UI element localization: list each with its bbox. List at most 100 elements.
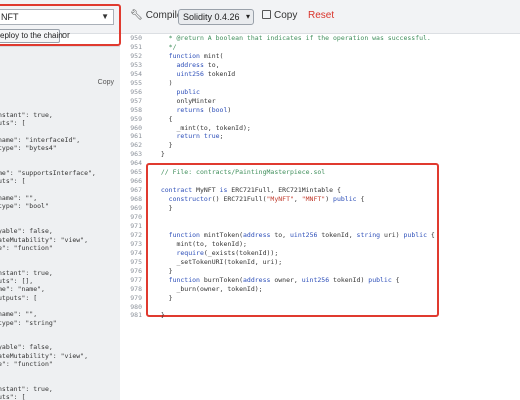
line-number: 969 [130,204,142,213]
code-token: uri) [380,230,404,239]
abi-line: name": "interfaceId", [0,135,81,144]
chevron-down-icon: ▾ [245,12,250,21]
line-number: 962 [130,141,142,150]
code-line: 964 [122,159,520,168]
code-line: 976 } [122,267,520,276]
code-token: tokenId, [317,230,357,239]
abi-line: type": "bytes4" [0,144,57,153]
line-number: 954 [130,69,142,78]
abi-line: uts": [], [0,277,34,285]
wrench-icon: 🔧︎ [130,10,143,21]
code-token: true [203,132,220,141]
code-text: _setTokenURI(tokenId, uri); [153,258,282,267]
line-number: 965 [130,168,142,177]
copy-button[interactable]: Copy [262,10,297,21]
code-token: string [356,230,381,239]
code-text: function mint( [153,51,224,61]
abi-line: type": "string" [0,318,57,327]
code-line: 956 public [122,88,520,97]
abi-line: ateMutability": "view", [0,351,89,360]
code-text: } [153,311,165,320]
code-token: } [153,150,165,159]
code-line: 950 * @return A boolean that indicates i… [122,34,520,43]
abi-line: yable": false, [0,227,53,236]
code-line: 972 function mintToken(address to, uint2… [122,231,520,240]
code-token: uint256 [290,230,318,239]
reset-button[interactable]: Reset [308,10,334,21]
line-number: 973 [130,239,142,248]
line-number: 968 [130,195,142,204]
code-token: onlyMinter [153,96,216,105]
code-token: address [176,60,204,69]
line-number: 966 [130,177,142,186]
abi-line: utputs": [ [0,293,38,302]
code-line: 968 constructor() ERC721Full("MyNFT", "M… [122,195,520,204]
code-line: 960 _mint(to, tokenId); [122,124,520,133]
code-line: 975 _setTokenURI(tokenId, uri); [122,258,520,267]
code-token: contract [160,186,193,195]
code-text: function burnToken(address owner, uint25… [153,276,400,285]
line-number: 960 [130,123,142,132]
code-token: ( [203,105,212,114]
code-text: _burn(owner, tokenId); [153,285,262,294]
copy-icon [262,10,271,19]
line-number: 976 [130,266,142,275]
code-text: } [153,204,173,213]
line-number: 950 [130,34,142,42]
code-token: } [153,204,173,213]
code-text: ) [153,79,173,88]
code-token: public [403,230,427,239]
code-line: 951 */ [122,43,520,52]
abi-line: e": "function" [0,360,53,368]
line-number: 964 [130,159,142,168]
code-line: 965 // File: contracts/PaintingMasterpie… [122,168,520,177]
compiler-version-select[interactable]: Solidity 0.4.26 ▾ [178,9,254,25]
abi-line: me": "supportsInterface", [0,169,96,178]
code-line: 980 [122,303,520,312]
code-text: } [153,150,165,159]
code-token: ) [227,105,232,114]
code-line: 967 contract MyNFT is ERC721Full, ERC721… [122,186,520,195]
line-number: 970 [130,213,142,221]
code-token: "MyNFT" [266,195,294,204]
code-token: public [176,87,200,96]
line-number: 956 [130,87,142,96]
line-number: 959 [130,114,142,123]
code-token: { [153,114,173,123]
code-token: "MNFT" [301,195,326,204]
line-number: 961 [130,132,142,141]
abi-sidebar: Copy nstant": true, uts": [name": "interf… [0,46,120,400]
code-token: return [176,132,200,141]
abi-line: ateMutability": "view", [0,235,89,244]
code-text: } [153,294,173,303]
abi-line: nstant": true, [0,268,53,277]
line-number: 967 [130,186,142,195]
code-token: to, [203,60,220,69]
code-token: address [243,275,271,284]
abi-line: name": "", [0,194,38,202]
code-text: mint(to, tokenId); [153,240,246,249]
compile-button[interactable]: 🔧︎ Compile [130,10,182,21]
code-text: * @return A boolean that indicates if th… [153,34,431,43]
code-token: function [168,51,200,60]
code-line: 957 onlyMinter [122,97,520,106]
code-token: uint256 [176,69,204,78]
code-token: uint256 [301,275,330,284]
code-line: 958 returns (bool) [122,106,520,115]
code-line: 969 } [122,204,520,213]
code-line: 962 } [122,141,520,150]
code-editor[interactable]: 950 * @return A boolean that indicates i… [122,34,520,400]
abi-copy-button[interactable]: Copy [98,79,114,86]
code-text: // File: contracts/PaintingMasterpiece.s… [153,168,325,177]
line-number: 953 [130,60,142,69]
code-token: */ [153,42,177,51]
code-text: _mint(to, tokenId); [153,124,250,133]
code-line: 981 } [122,311,520,320]
code-line: 955 ) [122,79,520,88]
code-token: public [333,195,357,204]
code-token: returns [176,105,204,114]
